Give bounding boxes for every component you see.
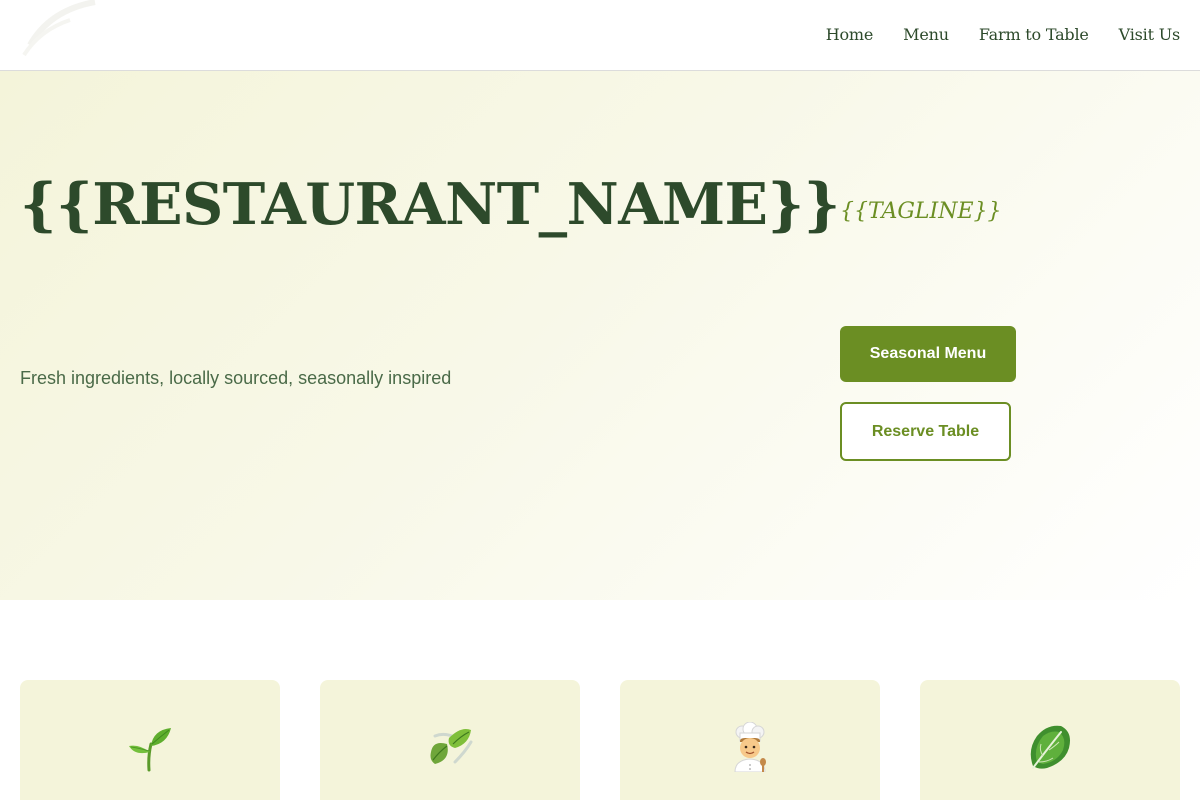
nav-item-home: Home xyxy=(796,25,874,45)
hero-subtitle: Fresh ingredients, locally sourced, seas… xyxy=(20,368,452,388)
reserve-table-button[interactable]: Reserve Table xyxy=(840,402,1011,461)
feature-card-leaves xyxy=(320,680,580,800)
nav-item-visit-us: Visit Us xyxy=(1089,25,1181,45)
nav-link-menu[interactable]: Menu xyxy=(903,25,949,44)
seasonal-menu-button[interactable]: Seasonal Menu xyxy=(840,326,1016,382)
hero-section: {{RESTAURANT_NAME}} {{TAGLINE}} Fresh in… xyxy=(0,71,1200,600)
nav-item-farm-to-table: Farm to Table xyxy=(949,25,1089,45)
feature-card-leafy-green xyxy=(920,680,1180,800)
logo-watermark-icon xyxy=(10,0,100,60)
restaurant-name-heading: {{RESTAURANT_NAME}} xyxy=(20,171,840,238)
chef-icon xyxy=(734,722,766,772)
nav-item-menu: Menu xyxy=(873,25,949,45)
features-section xyxy=(20,680,1180,800)
tagline: {{TAGLINE}} xyxy=(840,199,1002,224)
nav-link-visit-us[interactable]: Visit Us xyxy=(1119,25,1181,44)
seedling-icon xyxy=(129,728,171,772)
nav-link-farm-to-table[interactable]: Farm to Table xyxy=(979,25,1089,44)
nav-link-home[interactable]: Home xyxy=(826,25,874,44)
nav-list: Home Menu Farm to Table Visit Us xyxy=(796,0,1180,70)
site-header: Home Menu Farm to Table Visit Us xyxy=(0,0,1200,71)
feature-card-chef xyxy=(620,680,880,800)
feature-card-seedling xyxy=(20,680,280,800)
leafy-green-icon xyxy=(1030,725,1070,769)
leaves-icon xyxy=(430,729,473,764)
